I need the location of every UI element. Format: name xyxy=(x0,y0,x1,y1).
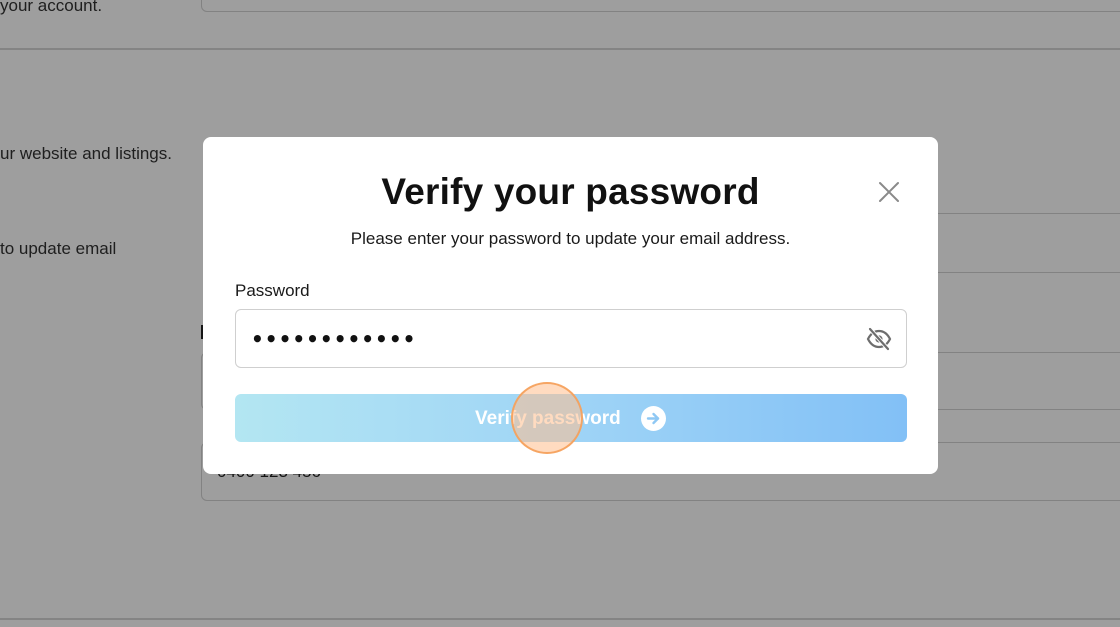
modal-subtitle: Please enter your password to update you… xyxy=(350,229,791,248)
close-icon xyxy=(879,182,899,202)
verify-password-label: Verify password xyxy=(475,408,621,429)
modal-title: Verify your password xyxy=(381,171,760,212)
password-value: •••••••••••• xyxy=(251,327,417,351)
close-button[interactable] xyxy=(877,180,901,204)
arrow-right-circle-icon xyxy=(641,406,666,431)
verify-password-button[interactable]: Verify password xyxy=(235,394,907,442)
verify-password-modal: Verify your password Please enter your p… xyxy=(203,137,938,474)
password-input[interactable]: •••••••••••• xyxy=(235,309,907,368)
password-label: Password xyxy=(235,281,310,300)
show-password-toggle[interactable] xyxy=(866,327,892,351)
eye-off-icon xyxy=(866,327,892,351)
